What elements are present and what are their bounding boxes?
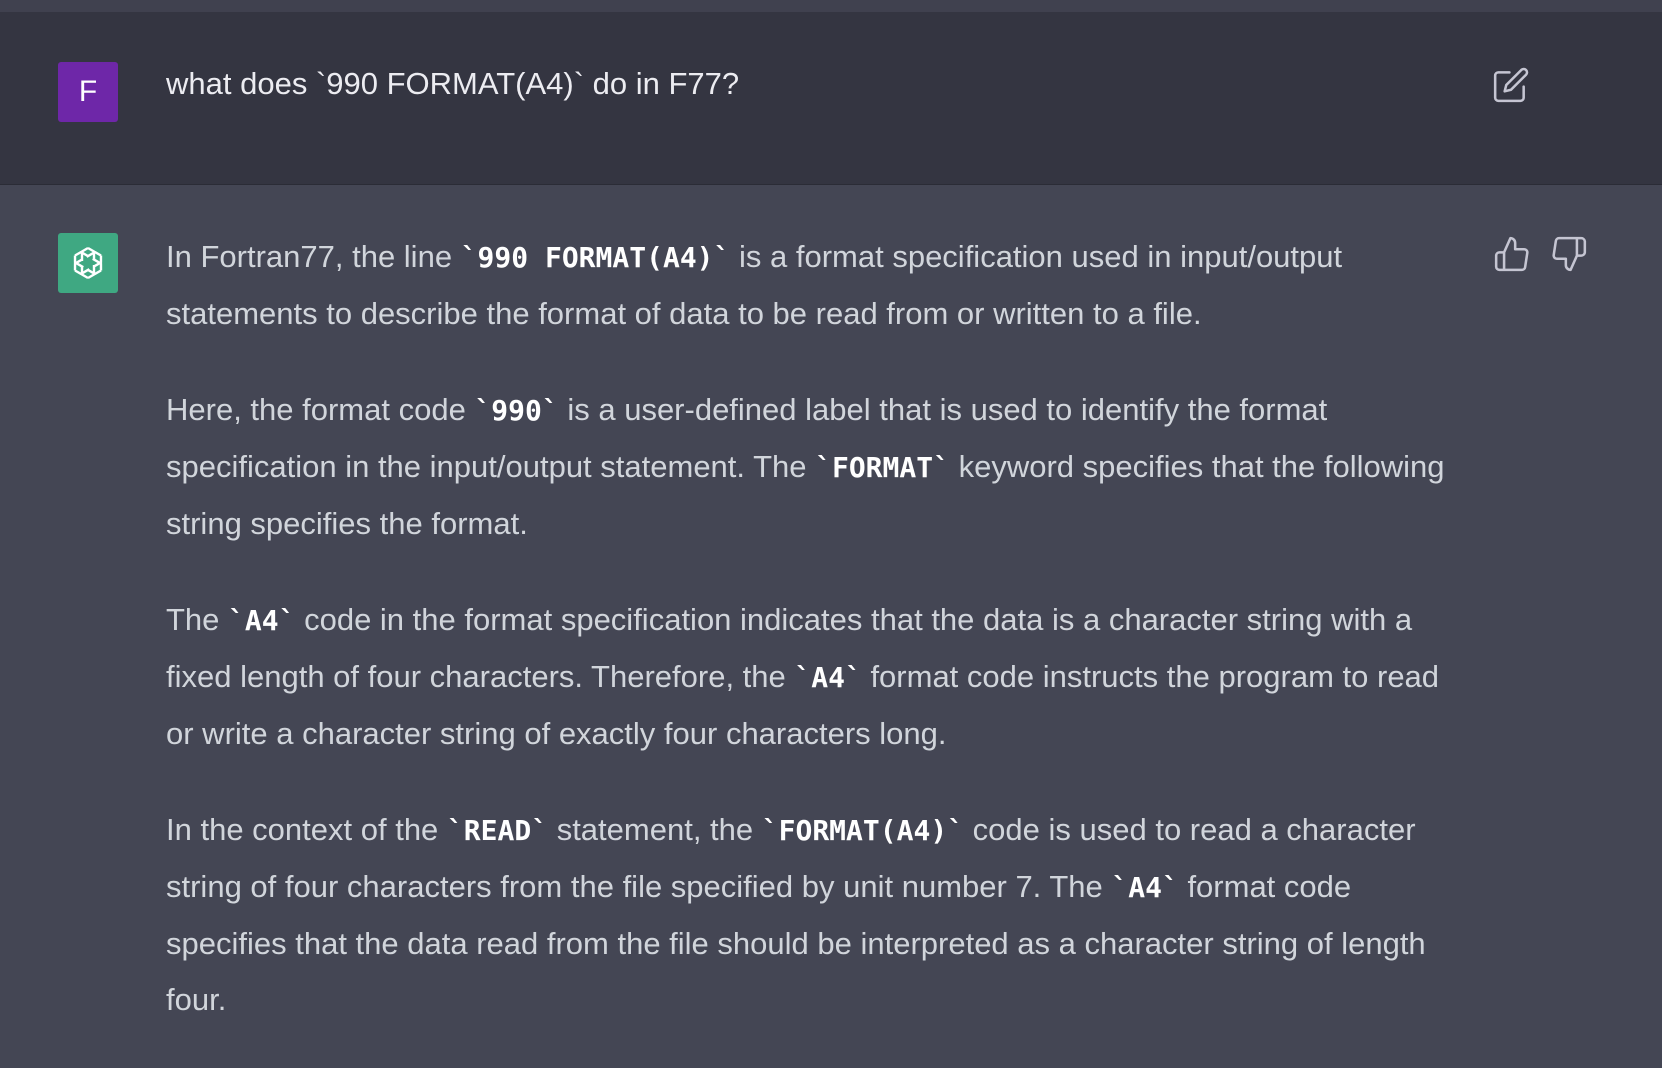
answer-paragraph-3: The `A4` code in the format specificatio… [166,602,1440,751]
edit-message-button[interactable] [1492,66,1530,104]
inline-code: `990 FORMAT(A4)` [460,241,731,274]
answer-paragraph-1: In Fortran77, the line `990 FORMAT(A4)` … [166,239,1343,331]
answer-paragraph-2: Here, the format code `990` is a user-de… [166,392,1445,541]
thumbs-down-icon [1552,236,1587,272]
inline-code: `FORMAT(A4)` [761,814,965,847]
assistant-avatar [58,233,118,293]
user-message-row: F what does `990 FORMAT(A4)` do in F77? [0,12,1662,185]
answer-paragraph-4: In the context of the `READ` statement, … [166,812,1426,1017]
edit-icon [1493,67,1529,103]
assistant-answer: In Fortran77, the line `990 FORMAT(A4)` … [166,229,1466,1068]
inline-code: `A4` [794,661,862,694]
thumbs-up-button[interactable] [1493,235,1531,273]
assistant-message-row: In Fortran77, the line `990 FORMAT(A4)` … [0,185,1662,1066]
user-avatar: F [58,62,118,122]
inline-code: `990` [474,394,559,427]
thumbs-down-button[interactable] [1550,235,1588,273]
inline-code: `READ` [446,814,549,847]
user-avatar-letter: F [78,75,98,108]
inline-code: `A4` [1111,871,1179,904]
user-message-text: what does `990 FORMAT(A4)` do in F77? [166,66,740,101]
openai-logo-icon [73,246,103,280]
inline-code: `A4` [228,604,296,637]
inline-code: `FORMAT` [815,451,950,484]
thumbs-up-icon [1494,236,1529,272]
top-strip [0,0,1662,12]
